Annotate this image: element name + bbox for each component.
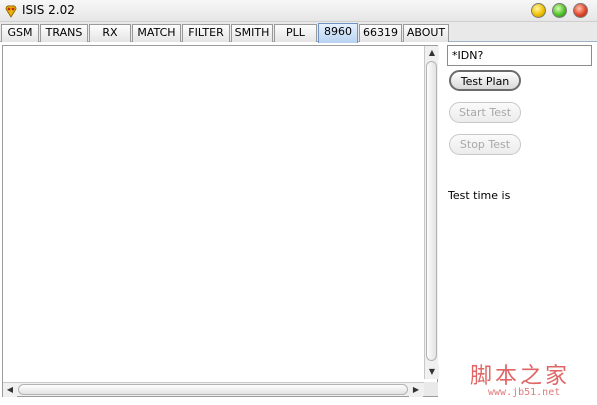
tab-about[interactable]: ABOUT [403,24,449,42]
maximize-button[interactable] [552,3,567,18]
horizontal-scrollbar[interactable]: ◀ ▶ [3,382,424,397]
tab-gsm[interactable]: GSM [1,24,39,42]
scroll-up-icon[interactable]: ▲ [425,46,439,60]
minimize-button[interactable] [531,3,546,18]
start-test-button[interactable]: Start Test [449,102,521,123]
watermark-url: www.jb51.net [488,387,561,398]
tab-match[interactable]: MATCH [132,24,181,42]
watermark-text: 脚本之家 [470,364,571,389]
horizontal-scroll-thumb[interactable] [18,384,408,395]
scrollbar-corner [424,382,438,396]
tab-strip: GSM TRANS RX MATCH FILTER SMITH PLL 8960… [0,22,597,43]
tab-filter[interactable]: FILTER [182,24,230,42]
stop-test-button[interactable]: Stop Test [449,134,521,155]
close-button[interactable] [573,3,588,18]
tab-trans[interactable]: TRANS [40,24,88,42]
vertical-scroll-thumb[interactable] [426,61,437,361]
window-title: ISIS 2.02 [22,3,75,17]
scroll-right-icon[interactable]: ▶ [409,383,423,397]
tab-rx[interactable]: RX [89,24,131,42]
scroll-down-icon[interactable]: ▼ [425,365,439,379]
watermark: 脚本之家 www.jb51.net [470,358,592,402]
test-plan-button[interactable]: Test Plan [449,70,521,91]
tab-smith[interactable]: SMITH [231,24,273,42]
tab-66319[interactable]: 66319 [359,24,402,42]
app-icon [5,5,17,18]
vertical-scrollbar[interactable]: ▲ ▼ [424,46,439,379]
title-bar: ISIS 2.02 [0,0,597,22]
tab-pll[interactable]: PLL [274,24,317,42]
command-input[interactable] [447,45,592,66]
scroll-left-icon[interactable]: ◀ [3,383,17,397]
test-time-label: Test time is [448,189,511,202]
tab-8960[interactable]: 8960 [318,23,358,43]
output-textarea[interactable]: ▲ ▼ ◀ ▶ [2,45,439,397]
